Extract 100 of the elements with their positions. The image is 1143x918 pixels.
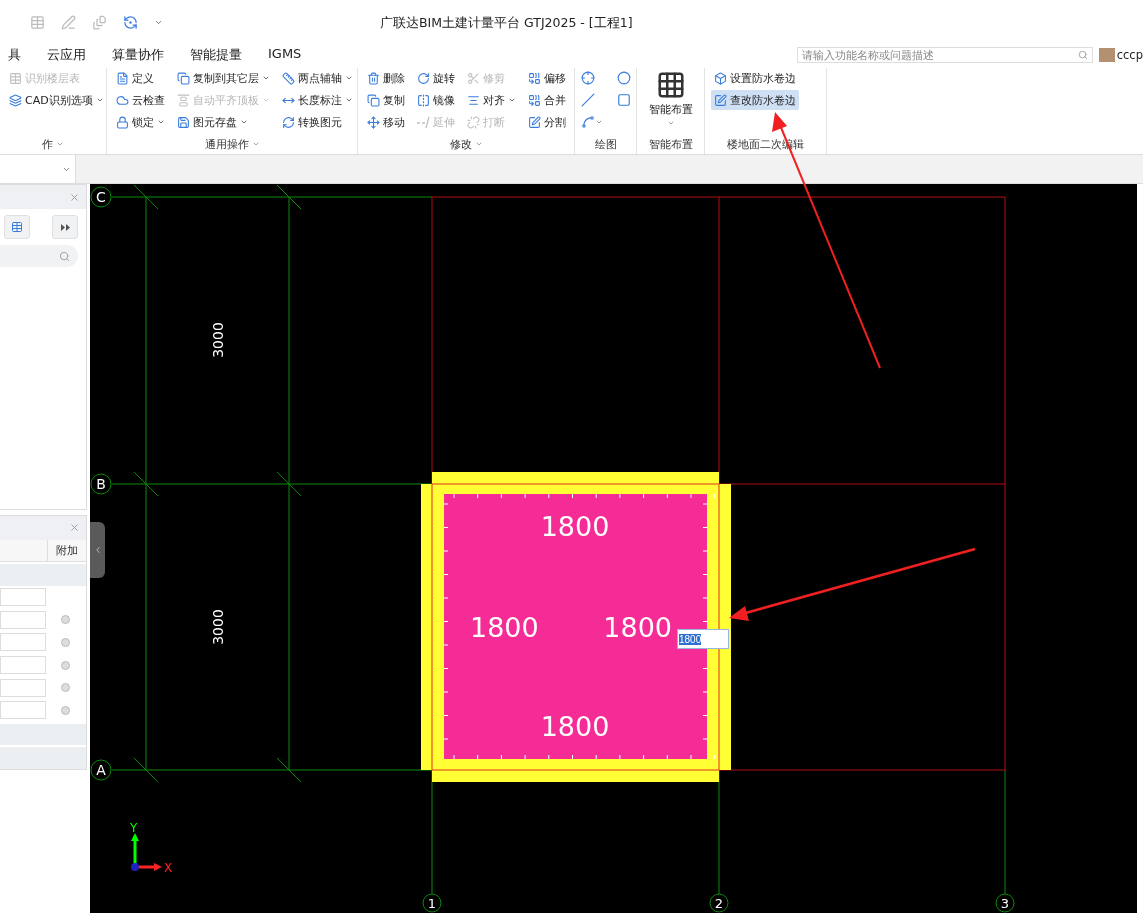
- property-field[interactable]: [0, 588, 46, 607]
- property-field[interactable]: [0, 678, 46, 697]
- expand-button[interactable]: [52, 215, 78, 239]
- move-icon: [367, 115, 380, 129]
- align-icon: [467, 93, 480, 107]
- extend-icon: [417, 115, 430, 129]
- search-field[interactable]: [0, 245, 78, 267]
- edge-length-label: 1800: [540, 711, 610, 742]
- floor-dropdown[interactable]: [0, 155, 76, 183]
- caret-icon: [594, 118, 603, 126]
- radio-icon[interactable]: [61, 615, 70, 625]
- box-icon: [714, 71, 727, 85]
- circle-icon: [616, 71, 631, 85]
- axis-gizmo-icon: [131, 833, 162, 871]
- ribbon-button[interactable]: 复制: [364, 90, 408, 110]
- ribbon-button[interactable]: 旋转: [414, 68, 458, 88]
- ribbon-button[interactable]: 偏移: [525, 68, 569, 88]
- sync-icon: [123, 15, 138, 30]
- menu-tab[interactable]: 具: [8, 46, 21, 64]
- search-icon: [1077, 50, 1088, 60]
- caret-icon: [474, 140, 483, 148]
- menu-tab[interactable]: 云应用: [47, 46, 86, 64]
- point-icon: [580, 71, 595, 85]
- radio-icon[interactable]: [61, 637, 70, 647]
- caret-icon: [345, 74, 353, 82]
- menu-tab[interactable]: 智能提量: [190, 46, 242, 64]
- save-icon: [177, 115, 190, 129]
- ribbon-button[interactable]: 移动: [364, 112, 408, 132]
- ribbon-button[interactable]: 复制到其它层: [174, 68, 273, 88]
- ribbon-button[interactable]: 图元存盘: [174, 112, 273, 132]
- radio-icon[interactable]: [61, 660, 70, 670]
- axis-marker: A: [90, 759, 112, 781]
- caret-icon: [154, 18, 163, 27]
- ribbon-button[interactable]: 合并: [525, 90, 569, 110]
- column-header: 附加: [55, 542, 79, 559]
- delete-icon: [367, 71, 380, 85]
- copy-icon: [177, 71, 190, 85]
- menu-tab[interactable]: IGMS: [268, 46, 302, 64]
- layout-button[interactable]: [4, 215, 30, 239]
- radio-icon[interactable]: [61, 683, 70, 693]
- document-icon: [116, 71, 129, 85]
- dimension-label: 3000: [210, 322, 226, 358]
- ribbon-button[interactable]: 云检查: [113, 90, 168, 110]
- group-label: 通用操作: [204, 136, 249, 152]
- mirror-icon: [417, 93, 430, 107]
- edge-length-label: 1800: [540, 511, 610, 542]
- table-icon: [9, 71, 22, 85]
- window-title: 广联达BIM土建计量平台 GTJ2025 - [工程1]: [380, 15, 633, 32]
- lock-icon: [116, 115, 129, 129]
- property-field[interactable]: [0, 633, 46, 652]
- close-icon: [69, 191, 80, 203]
- group-label: 绘图: [594, 136, 617, 152]
- length-input[interactable]: 1800: [677, 629, 729, 649]
- split-icon: [528, 115, 541, 129]
- caret-icon: [251, 140, 260, 148]
- y-axis-label: Y: [130, 821, 138, 835]
- caret-icon: [508, 96, 516, 104]
- ribbon-button[interactable]: 转换图元: [279, 112, 356, 132]
- ribbon-button[interactable]: 对齐: [464, 90, 519, 110]
- caret-icon: [157, 118, 165, 126]
- caret-icon: [345, 96, 353, 104]
- avatar-placeholder: [1098, 48, 1115, 62]
- copy-icon: [367, 93, 380, 107]
- cloud-icon: [116, 93, 129, 107]
- ribbon-button[interactable]: 两点辅轴: [279, 68, 356, 88]
- smart-layout-button[interactable]: 智能布置: [644, 68, 697, 134]
- user-name[interactable]: cccp: [1116, 48, 1143, 62]
- ribbon-button[interactable]: 镜像: [414, 90, 458, 110]
- property-field[interactable]: [0, 656, 46, 675]
- dimension-label: 3000: [210, 609, 226, 645]
- x-axis-label: X: [164, 861, 173, 875]
- close-icon: [69, 522, 80, 534]
- trim-icon: [467, 71, 480, 85]
- ribbon-button[interactable]: 定义: [113, 68, 168, 88]
- ribbon-button[interactable]: 设置防水卷边: [711, 68, 799, 88]
- ribbon-button[interactable]: 删除: [364, 68, 408, 88]
- ribbon-button[interactable]: 锁定: [113, 112, 168, 132]
- arc-icon: [580, 115, 595, 129]
- ribbon-button[interactable]: 查改防水卷边: [711, 90, 799, 110]
- break-icon: [467, 115, 480, 129]
- radio-icon[interactable]: [61, 705, 70, 715]
- caret-icon: [95, 96, 104, 104]
- frame-icon: [92, 15, 107, 30]
- table-icon: [11, 221, 23, 233]
- merge-icon: [528, 93, 541, 107]
- collapse-tab[interactable]: [90, 522, 105, 578]
- ruler-icon: [282, 71, 295, 85]
- caret-icon: [240, 118, 248, 126]
- search-field[interactable]: 请输入功能名称或问题描述: [796, 47, 1093, 63]
- edit-box-icon: [714, 93, 727, 107]
- axis-marker: C: [90, 186, 112, 208]
- menu-tab[interactable]: 算量协作: [112, 46, 164, 64]
- ribbon-button[interactable]: CAD识别选项: [6, 90, 107, 110]
- property-field[interactable]: [0, 610, 46, 629]
- edge-length-label: 1800: [603, 612, 672, 643]
- property-field[interactable]: [0, 701, 46, 720]
- align-top-icon: [177, 93, 190, 107]
- group-label: 修改: [449, 136, 472, 152]
- ribbon-button[interactable]: 长度标注: [279, 90, 356, 110]
- ribbon-button[interactable]: 分割: [525, 112, 569, 132]
